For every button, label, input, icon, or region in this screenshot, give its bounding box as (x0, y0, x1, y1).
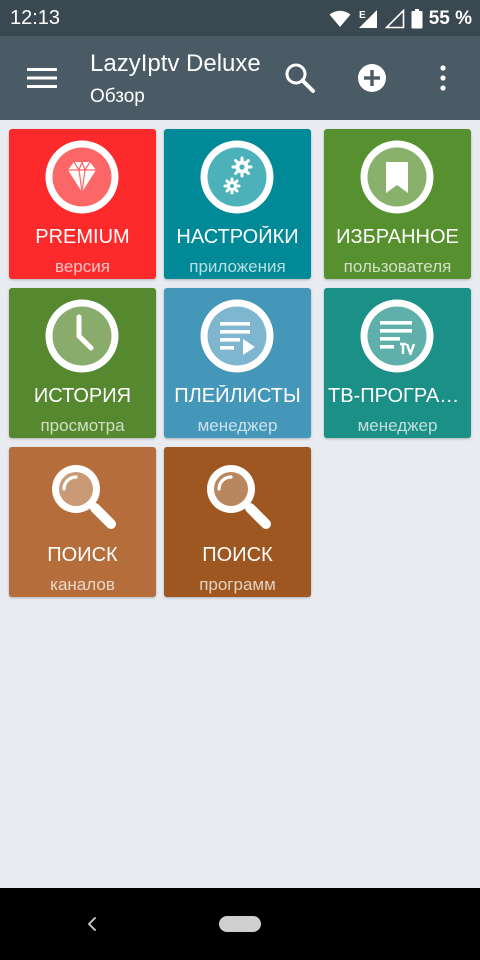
system-nav-bar (0, 888, 480, 960)
tile-subtitle: версия (55, 257, 110, 276)
tile-subtitle: менеджер (357, 416, 438, 435)
app-title: LazyIptv Deluxe (90, 50, 261, 77)
tile-search-channels[interactable]: ПОИСК каналов (9, 447, 156, 597)
tv-guide-icon (360, 299, 434, 373)
status-bar: 12:13 E 55 % (0, 0, 480, 36)
tile-favorites[interactable]: ИЗБРАННОЕ пользователя (324, 129, 471, 279)
search-icon (52, 465, 116, 529)
search-icon (285, 63, 315, 93)
app-subtitle: Обзор (90, 86, 145, 107)
tile-settings[interactable]: НАСТРОЙКИ приложения (164, 129, 311, 279)
tile-subtitle: менеджер (197, 416, 278, 435)
network-type-label: E (359, 10, 366, 21)
bookmark-icon (360, 140, 434, 214)
tile-label: ПЛЕЙЛИСТЫ (174, 385, 301, 407)
tile-subtitle: просмотра (40, 416, 125, 435)
app-bar: LazyIptv Deluxe Обзор (0, 36, 480, 120)
tile-playlists[interactable]: ПЛЕЙЛИСТЫ менеджер (164, 288, 311, 438)
status-icons: E 55 % (329, 7, 472, 31)
tile-search-programs[interactable]: ПОИСК программ (164, 447, 311, 597)
back-icon[interactable] (80, 912, 104, 936)
tile-label: НАСТРОЙКИ (176, 226, 299, 248)
search-button[interactable] (278, 56, 322, 100)
add-circle-icon (358, 64, 386, 92)
add-button[interactable] (350, 56, 394, 100)
status-time: 12:13 (10, 7, 61, 29)
tile-label: ИЗБРАННОЕ (336, 226, 459, 248)
tile-tv-guide[interactable]: ТВ-ПРОГРАММА менеджер (324, 288, 471, 438)
tile-subtitle: программ (199, 575, 276, 594)
tile-premium[interactable]: PREMIUM версия (9, 129, 156, 279)
battery-icon (411, 9, 423, 29)
tile-subtitle: каналов (50, 575, 115, 594)
battery-percent: 55 % (428, 8, 472, 29)
more-vert-icon (440, 65, 446, 91)
gears-icon (200, 140, 274, 214)
tile-label: ПОИСК (47, 544, 118, 566)
menu-icon (27, 68, 57, 88)
menu-button[interactable] (22, 60, 62, 96)
tile-subtitle: пользователя (343, 257, 452, 276)
clock-icon (45, 299, 119, 373)
more-options-button[interactable] (421, 56, 465, 100)
diamond-icon (45, 140, 119, 214)
tile-label: ИСТОРИЯ (33, 385, 132, 407)
search-icon (207, 465, 271, 529)
tile-label: ПОИСК (202, 544, 273, 566)
tile-history[interactable]: ИСТОРИЯ просмотра (9, 288, 156, 438)
tile-subtitle: приложения (189, 257, 286, 276)
tile-label: PREMIUM (35, 226, 130, 248)
tile-label: ТВ-ПРОГРАММА (328, 385, 471, 407)
wifi-icon (329, 10, 351, 27)
signal-icon: E (358, 10, 377, 28)
playlist-play-icon (200, 299, 274, 373)
home-pill-icon[interactable] (219, 916, 261, 932)
signal-empty-icon (384, 9, 404, 29)
